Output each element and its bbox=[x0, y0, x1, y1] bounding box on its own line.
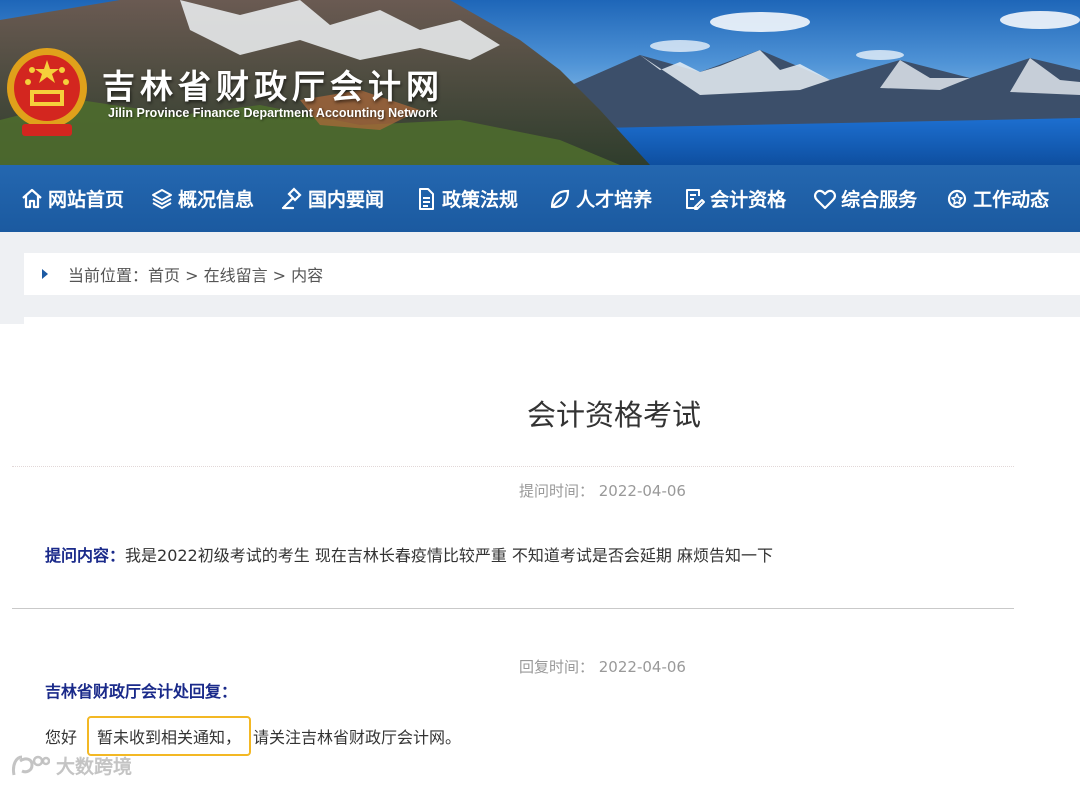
nav-item-policy[interactable]: 政策法规 bbox=[414, 165, 518, 232]
gear-icon bbox=[945, 187, 969, 211]
nav-item-label: 网站首页 bbox=[48, 189, 125, 211]
home-icon bbox=[20, 187, 44, 211]
nav-item-talent[interactable]: 人才培养 bbox=[548, 165, 652, 232]
nav-item-services[interactable]: 综合服务 bbox=[813, 165, 917, 232]
gavel-icon bbox=[280, 186, 304, 211]
site-banner: 吉林省财政厅会计网 Jilin Province Finance Departm… bbox=[0, 0, 1080, 165]
reply-content: 您好 暂未收到相关通知， 请关注吉林省财政厅会计网。 bbox=[45, 716, 461, 756]
nav-item-label: 工作动态 bbox=[973, 189, 1050, 211]
leaf-icon bbox=[548, 187, 572, 211]
breadcrumb-text: 当前位置：首页 > 在线留言 > 内容 bbox=[68, 266, 324, 285]
watermark-logo-icon bbox=[12, 755, 50, 775]
nav-item-label: 人才培养 bbox=[576, 189, 653, 211]
page-title: 会计资格考试 bbox=[526, 398, 701, 432]
title-divider bbox=[12, 466, 1014, 467]
main-nav: 网站首页 概况信息 国内要闻 政策法规 人才培养 会计资格 综合服务 工作动态 bbox=[0, 165, 1080, 232]
question-content: 提问内容：我是2022初级考试的考生 现在吉林长春疫情比较严重 不知道考试是否会… bbox=[45, 542, 773, 566]
watermark-text: 大数跨境 bbox=[56, 756, 133, 778]
nav-item-home[interactable]: 网站首页 bbox=[20, 165, 124, 232]
national-emblem-logo bbox=[6, 44, 88, 140]
watermark: 大数跨境 bbox=[10, 752, 132, 779]
highlighted-reply: 暂未收到相关通知， bbox=[87, 716, 252, 756]
edit-document-icon bbox=[682, 187, 706, 211]
question-text: 我是2022初级考试的考生 现在吉林长春疫情比较严重 不知道考试是否会延期 麻烦… bbox=[125, 546, 773, 565]
reply-rest: 请关注吉林省财政厅会计网。 bbox=[253, 728, 462, 747]
site-subtitle: Jilin Province Finance Department Accoun… bbox=[108, 106, 438, 120]
nav-item-qualification[interactable]: 会计资格 bbox=[682, 165, 786, 232]
nav-item-label: 政策法规 bbox=[442, 189, 519, 211]
site-title: 吉林省财政厅会计网 bbox=[102, 67, 444, 106]
nav-item-label: 综合服务 bbox=[841, 189, 918, 211]
breadcrumb: 当前位置：首页 > 在线留言 > 内容 bbox=[24, 253, 1080, 295]
reply-heading: 吉林省财政厅会计处回复： bbox=[45, 682, 238, 701]
content-panel-top bbox=[24, 317, 1080, 329]
document-icon bbox=[414, 187, 438, 211]
nav-item-domestic-news[interactable]: 国内要闻 bbox=[280, 165, 384, 232]
nav-item-work-news[interactable]: 工作动态 bbox=[945, 165, 1049, 232]
heart-icon bbox=[813, 187, 837, 211]
nav-item-overview[interactable]: 概况信息 bbox=[150, 165, 254, 232]
reply-time: 回复时间： 2022-04-06 bbox=[519, 658, 686, 676]
reply-greeting: 您好 bbox=[45, 728, 78, 747]
layers-icon bbox=[150, 187, 174, 211]
nav-item-label: 国内要闻 bbox=[308, 189, 385, 211]
nav-item-label: 概况信息 bbox=[178, 189, 255, 211]
question-label: 提问内容： bbox=[45, 546, 126, 565]
section-divider bbox=[12, 608, 1014, 609]
nav-item-label: 会计资格 bbox=[710, 189, 787, 211]
triangle-right-icon bbox=[42, 269, 48, 279]
ask-time: 提问时间： 2022-04-06 bbox=[519, 482, 686, 500]
